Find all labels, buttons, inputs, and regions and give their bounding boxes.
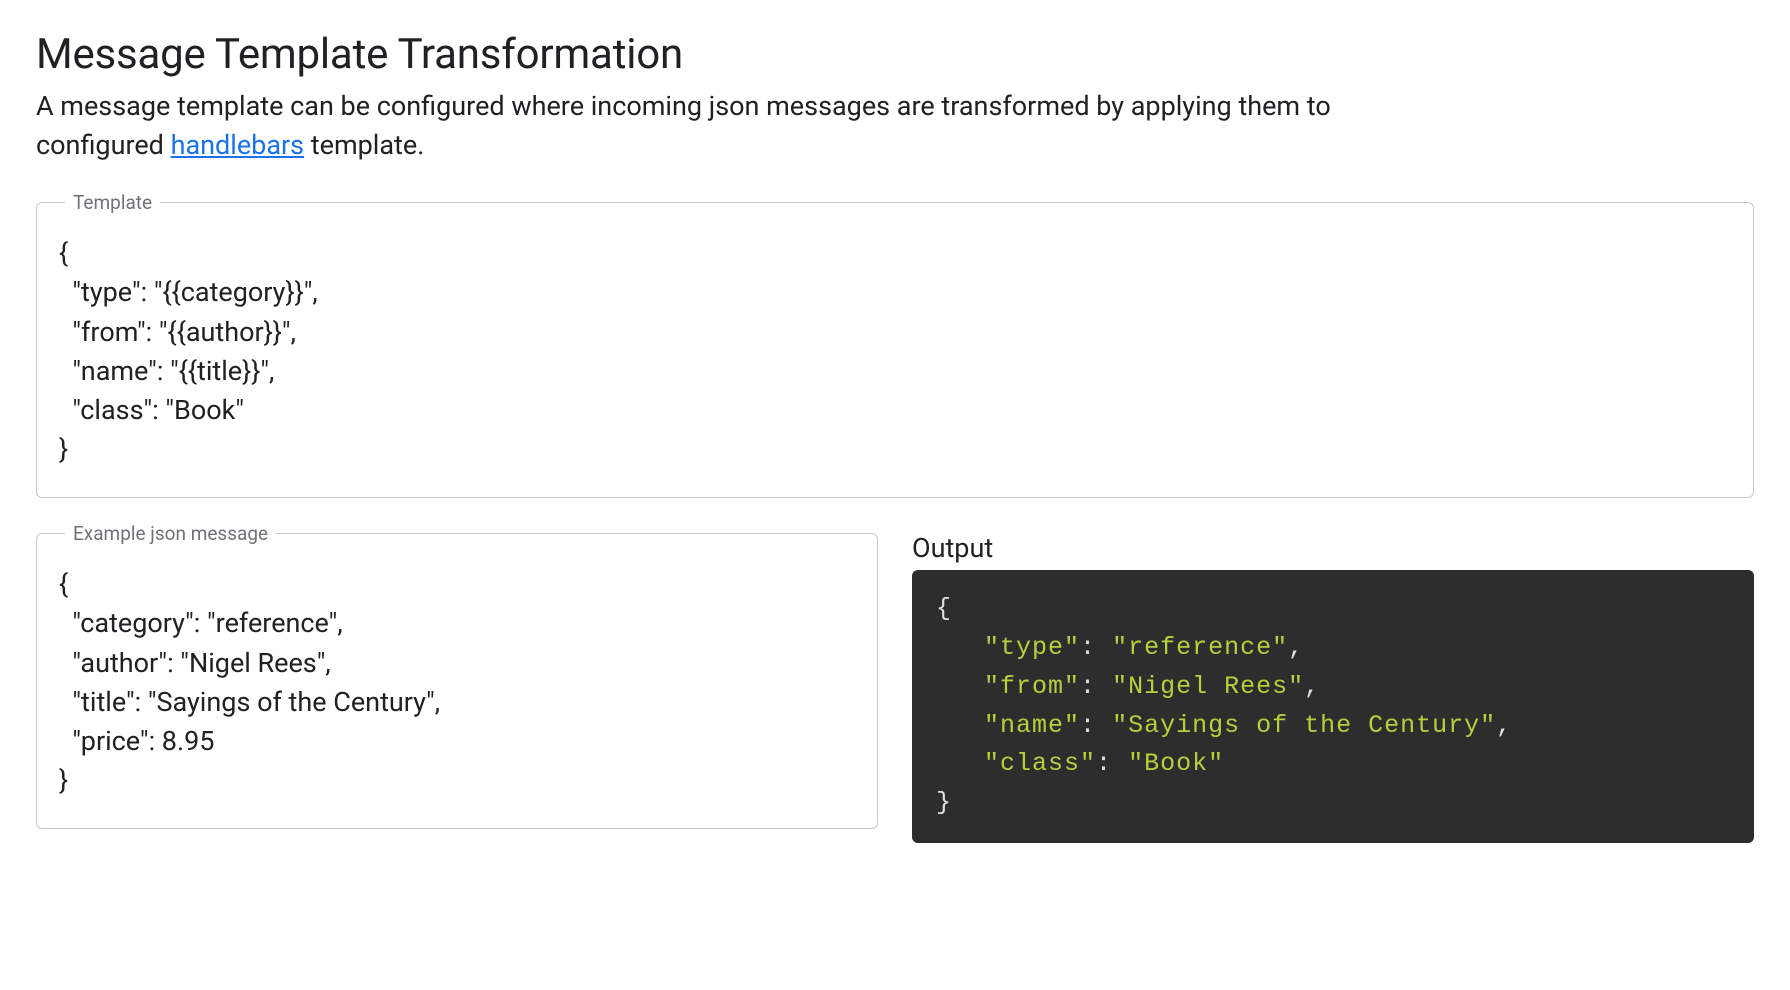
handlebars-link[interactable]: handlebars [171,129,305,161]
example-legend: Example json message [65,522,276,545]
template-legend: Template [65,191,160,214]
example-textarea[interactable] [59,565,855,800]
page-title: Message Template Transformation [36,30,1754,79]
output-code-block: { "type": "reference", "from": "Nigel Re… [912,570,1754,843]
page-description: A message template can be configured whe… [36,87,1436,165]
template-textarea[interactable] [59,234,1731,469]
template-fieldset: Template [36,191,1754,498]
example-fieldset: Example json message [36,522,878,829]
desc-text-after: template. [304,129,424,161]
output-label: Output [912,532,1754,564]
